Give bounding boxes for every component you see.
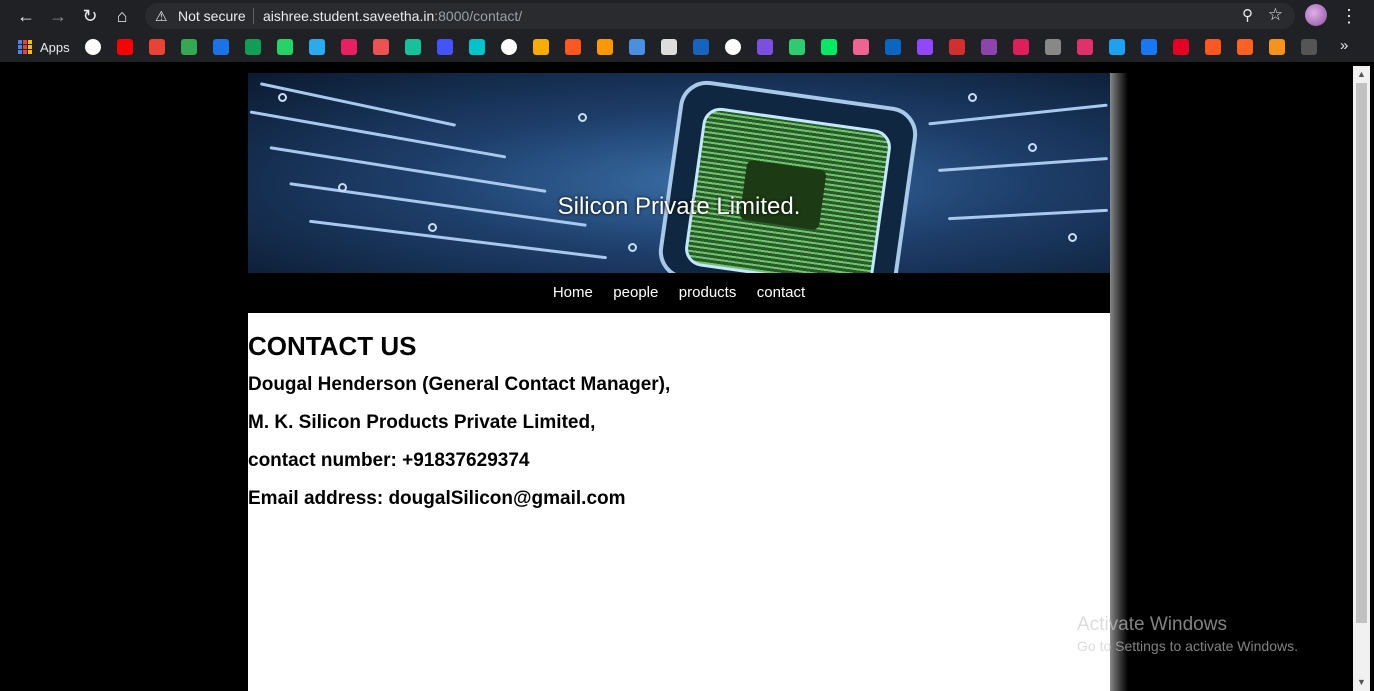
watermark-title: Activate Windows — [1077, 614, 1227, 635]
bookmark-calendar-icon[interactable] — [949, 39, 965, 55]
reload-icon[interactable]: ↻ — [78, 4, 102, 28]
email-address: Email address: dougalSilicon@gmail.com — [248, 488, 626, 509]
contact-content: CONTACT US Dougal Henderson (General Con… — [248, 313, 1110, 511]
url-path: :8000/contact/ — [434, 8, 523, 24]
bookmark-charts-icon[interactable] — [661, 39, 677, 55]
circuit-node — [578, 113, 587, 122]
bookmark-expo-icon[interactable] — [501, 39, 517, 55]
contact-name: Dougal Henderson (General Contact Manage… — [248, 374, 671, 395]
forward-arrow-icon[interactable]: → — [46, 4, 70, 28]
bookmark-drive-icon[interactable] — [181, 39, 197, 55]
circuit-trace — [938, 157, 1108, 172]
profile-avatar[interactable] — [1305, 4, 1327, 26]
contact-number: contact number: +91837629374 — [248, 450, 530, 471]
bookmark-podcast-icon[interactable] — [981, 39, 997, 55]
circuit-node — [428, 223, 437, 232]
activate-windows-watermark: Activate Windows Go to Settings to activ… — [1077, 613, 1298, 655]
bookmark-instagram-icon[interactable] — [1077, 39, 1093, 55]
kebab-menu-icon[interactable]: ⋮ — [1340, 4, 1358, 28]
bookmark-barcode-icon[interactable] — [1045, 39, 1061, 55]
circuit-node — [968, 93, 977, 102]
bookmark-video-icon[interactable] — [693, 39, 709, 55]
bookmark-facebook-icon[interactable] — [1141, 39, 1157, 55]
security-label[interactable]: Not secure — [178, 8, 246, 24]
warning-icon[interactable]: ⚠ — [155, 7, 168, 25]
page-title: CONTACT US — [248, 331, 417, 361]
bookmark-whatsapp-icon[interactable] — [277, 39, 293, 55]
bookmark-linkedin-icon[interactable] — [885, 39, 901, 55]
bookmark-twitch-icon[interactable] — [917, 39, 933, 55]
bookmark-webflow-icon[interactable] — [437, 39, 453, 55]
bookmark-klenty-icon[interactable] — [629, 39, 645, 55]
circuit-node — [338, 183, 347, 192]
scroll-down-arrow-icon[interactable]: ▼ — [1353, 674, 1370, 691]
vertical-scrollbar[interactable]: ▲ ▼ — [1353, 66, 1370, 691]
bookmark-grammarly-icon[interactable] — [405, 39, 421, 55]
nav-link-home[interactable]: Home — [553, 273, 593, 313]
bookmark-blogger-icon[interactable] — [1205, 39, 1221, 55]
bookmark-code-icon[interactable] — [789, 39, 805, 55]
bookmark-stackshare-icon[interactable] — [565, 39, 581, 55]
bookmark-x-icon[interactable] — [725, 39, 741, 55]
apps-label: Apps — [40, 39, 70, 55]
bookmark-heart-icon[interactable] — [757, 39, 773, 55]
apps-grid-icon — [18, 40, 32, 54]
bookmark-pinterest-icon[interactable] — [1173, 39, 1189, 55]
bookmark-twitter-icon[interactable] — [1109, 39, 1125, 55]
address-bar[interactable]: ⚠ Not secure aishree.student.saveetha.in… — [145, 3, 1295, 29]
bookmarks-bar: Apps » — [0, 32, 1374, 62]
bookmark-github-icon[interactable] — [1301, 39, 1317, 55]
banner-title-text: Silicon Private Limited. — [557, 193, 801, 220]
url-host: aishree.student.saveetha.in — [263, 8, 435, 24]
bookmark-udemy-icon[interactable] — [373, 39, 389, 55]
bookmark-team-icon[interactable] — [853, 39, 869, 55]
circuit-trace — [928, 103, 1108, 126]
url-text[interactable]: aishree.student.saveetha.in:8000/contact… — [263, 8, 522, 24]
circuit-trace — [308, 219, 608, 260]
circuit-node — [278, 93, 287, 102]
viewport: Silicon Private Limited. Home people pro… — [0, 62, 1374, 691]
bookmark-youtube-icon[interactable] — [117, 39, 133, 55]
bookmark-gmail-icon[interactable] — [149, 39, 165, 55]
nav-link-people[interactable]: people — [613, 273, 658, 313]
circuit-node — [1028, 143, 1037, 152]
header-banner: Silicon Private Limited. — [248, 73, 1110, 273]
bookmark-canva-icon[interactable] — [469, 39, 485, 55]
bookmark-hackerrank-icon[interactable] — [821, 39, 837, 55]
nav-link-products[interactable]: products — [679, 273, 737, 313]
bookmark-package-icon[interactable] — [597, 39, 613, 55]
bookmark-telegram-icon[interactable] — [309, 39, 325, 55]
company-name: M. K. Silicon Products Private Limited, — [248, 412, 596, 433]
zoom-icon[interactable]: ⚲ — [1242, 6, 1253, 26]
site-navbar: Home people products contact — [248, 273, 1110, 313]
address-divider — [253, 8, 254, 24]
banner-title: Silicon Private Limited. — [248, 193, 1110, 221]
nav-link-contact[interactable]: contact — [757, 273, 805, 313]
bookmark-bitcoin-icon[interactable] — [1269, 39, 1285, 55]
apps-shortcut[interactable]: Apps — [18, 38, 70, 56]
web-page: Silicon Private Limited. Home people pro… — [248, 73, 1110, 691]
scroll-thumb[interactable] — [1356, 83, 1367, 623]
watermark-subtitle: Go to Settings to activate Windows. — [1077, 638, 1298, 654]
bookmark-slack-icon[interactable] — [1013, 39, 1029, 55]
circuit-node — [1068, 233, 1077, 242]
more-bookmarks-icon[interactable]: » — [1340, 37, 1348, 55]
circuit-node — [628, 243, 637, 252]
browser-toolbar: ← → ↻ ⌂ ⚠ Not secure aishree.student.sav… — [0, 0, 1374, 32]
bookmark-medium-icon[interactable] — [341, 39, 357, 55]
page-shadow — [1110, 73, 1128, 691]
bookmark-star-icon[interactable]: ☆ — [1268, 5, 1283, 25]
bookmark-google-analytics-icon[interactable] — [533, 39, 549, 55]
scroll-up-arrow-icon[interactable]: ▲ — [1353, 66, 1370, 83]
back-arrow-icon[interactable]: ← — [14, 4, 38, 28]
bookmark-meet-icon[interactable] — [213, 39, 229, 55]
bookmark-google-icon[interactable] — [85, 39, 101, 55]
home-icon[interactable]: ⌂ — [110, 4, 134, 28]
bookmark-wattpad-icon[interactable] — [1237, 39, 1253, 55]
bookmark-chat-icon[interactable] — [245, 39, 261, 55]
